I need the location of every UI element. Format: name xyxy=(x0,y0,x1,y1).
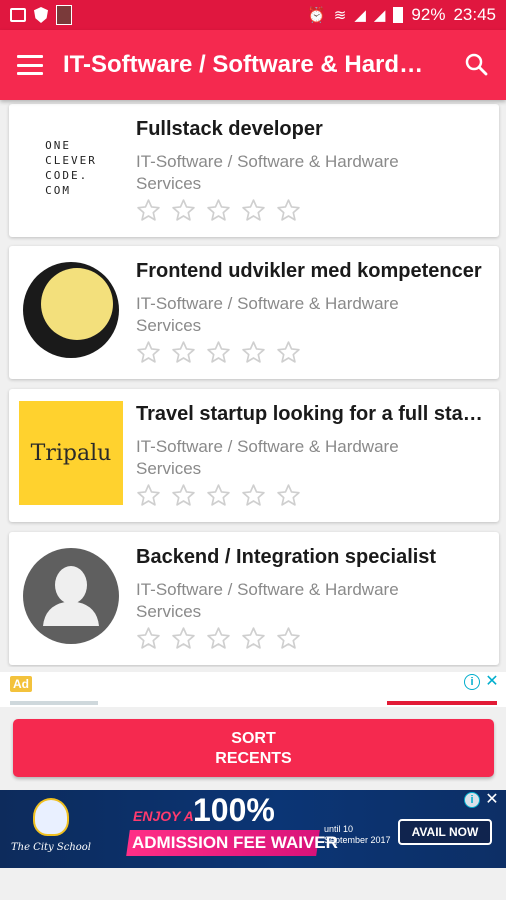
star-icon[interactable] xyxy=(241,340,266,365)
star-icon[interactable] xyxy=(276,340,301,365)
yellow-circle-logo xyxy=(23,262,119,358)
clock: 23:45 xyxy=(453,5,496,24)
app-bar: IT-Software / Software & Hardware Servic… xyxy=(0,30,506,100)
job-card[interactable]: ONE CLEVER CODE. COM Fullstack developer… xyxy=(9,104,499,237)
job-card[interactable]: Backend / Integration specialist IT-Soft… xyxy=(9,532,499,665)
ad-info-icon[interactable]: i xyxy=(464,792,480,808)
job-title: Frontend udvikler med kompetencer xyxy=(136,260,482,282)
job-category: IT-Software / Software & Hardware Servic… xyxy=(136,580,399,621)
job-list[interactable]: ONE CLEVER CODE. COM Fullstack developer… xyxy=(0,100,506,667)
star-icon[interactable] xyxy=(171,198,196,223)
avail-now-button[interactable]: AVAIL NOW xyxy=(398,819,492,845)
job-title: Fullstack developer xyxy=(136,118,323,140)
signal-2-icon: ◢ xyxy=(373,7,386,24)
banner-ad[interactable]: The City School ENJOY A 100% ADMISSION F… xyxy=(0,790,506,868)
ad-close-icon[interactable]: ✕ xyxy=(484,674,500,690)
school-name: The City School xyxy=(10,842,92,853)
star-icon[interactable] xyxy=(171,340,196,365)
status-bar: ⏰ ≋ ◢ ◢ 92% 23:45 xyxy=(0,0,506,30)
star-icon[interactable] xyxy=(206,483,231,508)
rating-stars[interactable] xyxy=(136,483,301,508)
page-title: IT-Software / Software & Hardware Servic… xyxy=(63,51,435,78)
ad-badge: Ad xyxy=(10,676,32,692)
ad-close-icon[interactable]: ✕ xyxy=(484,792,500,808)
signal-icon: ◢ xyxy=(354,7,366,24)
job-card[interactable]: Tripalu Travel startup looking for a ful… xyxy=(9,389,499,522)
star-icon[interactable] xyxy=(276,626,301,651)
ad-strip[interactable]: Ad i ✕ xyxy=(0,672,506,707)
tripalu-logo: Tripalu xyxy=(19,401,123,505)
star-icon[interactable] xyxy=(206,340,231,365)
ad-info-icon[interactable]: i xyxy=(464,674,480,690)
star-icon[interactable] xyxy=(136,626,161,651)
alarm-icon: ⏰ xyxy=(307,7,326,24)
logo-text: ONE CLEVER CODE. COM xyxy=(45,139,97,197)
logo-text: Tripalu xyxy=(30,440,112,466)
rating-stars[interactable] xyxy=(136,340,301,365)
banner-enjoy-text: ENJOY A xyxy=(133,808,194,824)
banner-percent: 100% xyxy=(193,792,275,828)
job-category: IT-Software / Software & Hardware Servic… xyxy=(136,152,399,193)
sort-mode-label: RECENTS xyxy=(215,750,292,767)
ad-content-bar xyxy=(10,701,98,705)
school-crest-icon xyxy=(33,798,69,836)
wifi-icon: ≋ xyxy=(333,7,347,24)
star-icon[interactable] xyxy=(241,198,266,223)
job-title: Backend / Integration specialist xyxy=(136,546,437,568)
star-icon[interactable] xyxy=(171,483,196,508)
banner-offer-text: ADMISSION FEE WAIVER xyxy=(132,833,338,852)
battery-icon xyxy=(393,7,404,23)
school-logo: The City School xyxy=(8,798,94,860)
star-icon[interactable] xyxy=(241,626,266,651)
banner-until-date: until 10 September 2017 xyxy=(324,824,391,845)
job-category: IT-Software / Software & Hardware Servic… xyxy=(136,294,399,335)
star-icon[interactable] xyxy=(206,198,231,223)
rating-stars[interactable] xyxy=(136,626,301,651)
battery-percent: 92% xyxy=(411,5,446,24)
ad-content-bar xyxy=(387,701,497,705)
shield-notification-icon xyxy=(34,7,48,23)
star-icon[interactable] xyxy=(136,340,161,365)
star-icon[interactable] xyxy=(136,198,161,223)
rating-stars[interactable] xyxy=(136,198,301,223)
job-title: Travel startup looking for a full stack … xyxy=(136,403,492,425)
star-icon[interactable] xyxy=(276,198,301,223)
sort-label: SORT xyxy=(231,730,276,747)
star-icon[interactable] xyxy=(206,626,231,651)
star-icon[interactable] xyxy=(136,483,161,508)
star-icon[interactable] xyxy=(171,626,196,651)
star-icon[interactable] xyxy=(276,483,301,508)
hamburger-menu-icon[interactable] xyxy=(17,55,43,75)
star-icon[interactable] xyxy=(241,483,266,508)
one-clever-code-logo: ONE CLEVER CODE. COM xyxy=(19,116,123,220)
job-category: IT-Software / Software & Hardware Servic… xyxy=(136,437,399,478)
sort-button[interactable]: SORT RECENTS xyxy=(13,719,494,777)
app-notification-icon xyxy=(56,5,72,25)
gallery-notification-icon xyxy=(10,8,26,22)
search-icon[interactable] xyxy=(464,52,488,76)
person-placeholder-icon xyxy=(23,548,119,644)
job-card[interactable]: Frontend udvikler med kompetencer IT-Sof… xyxy=(9,246,499,379)
